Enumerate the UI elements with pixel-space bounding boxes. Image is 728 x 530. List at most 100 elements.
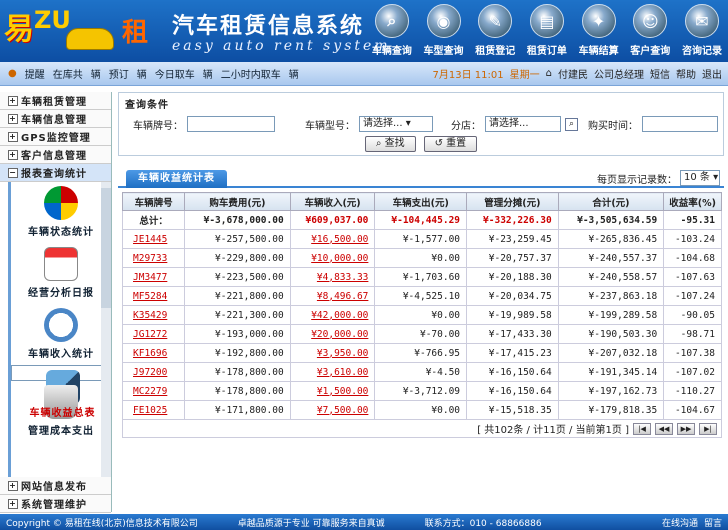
info-reserved[interactable]: 预订: [109, 66, 129, 81]
magnifier-icon: ⌕: [374, 4, 409, 38]
plate-link[interactable]: M29733: [121, 248, 186, 268]
page-size-select[interactable]: 10 条 ▾: [680, 170, 720, 186]
plate-link[interactable]: J97200: [121, 362, 186, 382]
table-cell: ¥-197,162.73: [557, 381, 665, 401]
table-cell: ¥-199,289.58: [557, 305, 665, 325]
reset-button[interactable]: ↺ 重置: [423, 136, 478, 152]
table-cell: ¥-20,757.37: [466, 248, 559, 268]
plate-link[interactable]: JM3477: [121, 267, 186, 287]
nav-rent-register[interactable]: ✎ 租赁登记: [469, 2, 521, 60]
table-cell: -107.63: [663, 267, 722, 287]
income-link[interactable]: ¥3,610.00: [289, 362, 376, 382]
table-cell: ¥-240,558.57: [557, 267, 665, 287]
income-link[interactable]: ¥42,000.00: [289, 305, 376, 325]
sidebar-item-rent[interactable]: + 车辆租赁管理: [0, 92, 111, 110]
sidebar-item-gps[interactable]: + GPS监控管理: [0, 128, 111, 146]
nav-consult-record[interactable]: ✉ 咨询记录: [676, 2, 728, 60]
tab-profit-table[interactable]: 车辆收益统计表: [126, 170, 227, 188]
message-link[interactable]: 留言: [704, 516, 722, 529]
table-cell: -104.68: [663, 248, 722, 268]
table-cell: ¥-3,712.09: [374, 381, 468, 401]
table-row: MC2279 ¥-178,800.00 ¥1,500.00 ¥-3,712.09 ¥-1…: [121, 381, 722, 401]
plate-link[interactable]: JE1445: [121, 229, 186, 249]
type-label: 车辆型号：: [305, 120, 355, 132]
table-cell: ¥-229,800.00: [184, 248, 291, 268]
sidebar-item-website[interactable]: + 网站信息发布: [0, 477, 111, 495]
income-link[interactable]: ¥20,000.00: [289, 324, 376, 344]
branch-search-icon[interactable]: ⌕: [565, 117, 578, 131]
sidebar-item-customer[interactable]: + 客户信息管理: [0, 146, 111, 164]
table-cell: ¥-19,989.58: [466, 305, 559, 325]
table-cell: ¥-4,525.10: [374, 286, 468, 306]
type-select[interactable]: 请选择... ▾: [359, 116, 433, 132]
footer: Copyright © 易租在线(北京)信息技术有限公司 卓越品质源于专业 可靠…: [0, 514, 728, 530]
plate-input[interactable]: [187, 116, 275, 132]
table-cell: ¥-237,863.18: [557, 286, 665, 306]
expand-icon: +: [8, 480, 18, 491]
table-cell: ¥-221,300.00: [184, 305, 291, 325]
plate-link[interactable]: FE1025: [121, 400, 186, 420]
table-cell: ¥-178,800.00: [184, 381, 291, 401]
income-link[interactable]: ¥10,000.00: [289, 248, 376, 268]
next-page-button[interactable]: ▶▶: [677, 422, 695, 435]
income-link[interactable]: ¥3,950.00: [289, 343, 376, 363]
info-bar: ● 提醒 在库共 辆 预订 辆 今日取车 辆 二小时内取车 辆 7月13日 11…: [0, 62, 728, 86]
help-link[interactable]: 帮助: [676, 66, 696, 81]
profit-table: 车辆牌号 购车费用(元) 车辆收入(元) 车辆支出(元) 管理分摊(元) 合计(元) 收益率…: [121, 192, 722, 420]
order-icon: ▤: [529, 4, 564, 38]
nav-vehicle-query[interactable]: ⌕ 车辆查询: [366, 2, 418, 60]
last-page-button[interactable]: ▶|: [699, 422, 717, 435]
info-reminder[interactable]: 提醒: [25, 66, 45, 81]
total-cell: ¥609,037.00: [289, 210, 376, 230]
first-page-button[interactable]: |◀: [633, 422, 651, 435]
table-cell: -90.05: [663, 305, 722, 325]
table-cell: ¥0.00: [374, 248, 468, 268]
user-name: 付建民: [558, 70, 588, 81]
sidebar-scrollbar[interactable]: [101, 182, 111, 477]
income-link[interactable]: ¥8,496.67: [289, 286, 376, 306]
income-link[interactable]: ¥16,500.00: [289, 229, 376, 249]
scroll-thumb[interactable]: [101, 188, 111, 308]
plate-link[interactable]: JG1272: [121, 324, 186, 344]
income-link[interactable]: ¥4,833.33: [289, 267, 376, 287]
logout-link[interactable]: 退出: [702, 66, 722, 81]
weekday: 星期一: [509, 70, 540, 81]
sms-link[interactable]: 短信: [650, 66, 670, 81]
online-chat-link[interactable]: 在线沟通: [662, 516, 698, 529]
table-cell: ¥-178,800.00: [184, 362, 291, 382]
nav-customer-query[interactable]: ☺ 客户查询: [624, 2, 676, 60]
table-cell: ¥-1,577.00: [374, 229, 468, 249]
sidebar-item-system[interactable]: + 系统管理维护: [0, 495, 111, 513]
plate-link[interactable]: KF1696: [121, 343, 186, 363]
copyright: Copyright © 易租在线(北京)信息技术有限公司: [6, 518, 198, 529]
nav-settlement[interactable]: ✦ 车辆结算: [573, 2, 625, 60]
buy-time-input[interactable]: [642, 116, 718, 132]
module-vehicle-profit[interactable]: 车辆收益总表: [11, 365, 111, 419]
plate-link[interactable]: K35429: [121, 305, 186, 325]
nav-model-query[interactable]: ◉ 车型查询: [418, 2, 470, 60]
info-today-pickup[interactable]: 今日取车: [155, 66, 195, 81]
nav-rent-order[interactable]: ▤ 租赁订单: [521, 2, 573, 60]
plate-link[interactable]: MC2279: [121, 381, 186, 401]
module-vehicle-income[interactable]: 车辆收入统计: [11, 304, 111, 365]
info-in-stock[interactable]: 在库共: [53, 66, 83, 81]
table-cell: ¥-20,188.30: [466, 267, 559, 287]
module-daily-analysis[interactable]: 经营分析日报: [11, 243, 111, 304]
expand-icon: +: [8, 149, 18, 160]
total-cell: ¥-104,445.29: [374, 210, 468, 230]
pie-chart-icon: [44, 186, 78, 220]
plate-link[interactable]: MF5284: [121, 286, 186, 306]
info-two-hour-pickup[interactable]: 二小时内取车: [221, 66, 281, 81]
income-link[interactable]: ¥1,500.00: [289, 381, 376, 401]
table-cell: ¥-193,000.00: [184, 324, 291, 344]
table-cell: ¥-265,836.45: [557, 229, 665, 249]
sidebar-item-reports[interactable]: − 报表查询统计: [0, 164, 111, 182]
income-link[interactable]: ¥7,500.00: [289, 400, 376, 420]
module-vehicle-status[interactable]: 车辆状态统计: [11, 182, 111, 243]
branch-input[interactable]: 请选择...: [485, 116, 561, 132]
prev-page-button[interactable]: ◀◀: [655, 422, 673, 435]
query-panel: 查询条件 车辆牌号： 车辆型号： 请选择... ▾ 分店： 请选择... ⌕ 购…: [118, 92, 724, 156]
app-header: 易 ZU 租 汽车租赁信息系统 easy auto rent system ⌕ 车…: [0, 0, 728, 62]
sidebar-item-vehicle[interactable]: + 车辆信息管理: [0, 110, 111, 128]
search-button[interactable]: ⌕ 查找: [364, 136, 416, 152]
